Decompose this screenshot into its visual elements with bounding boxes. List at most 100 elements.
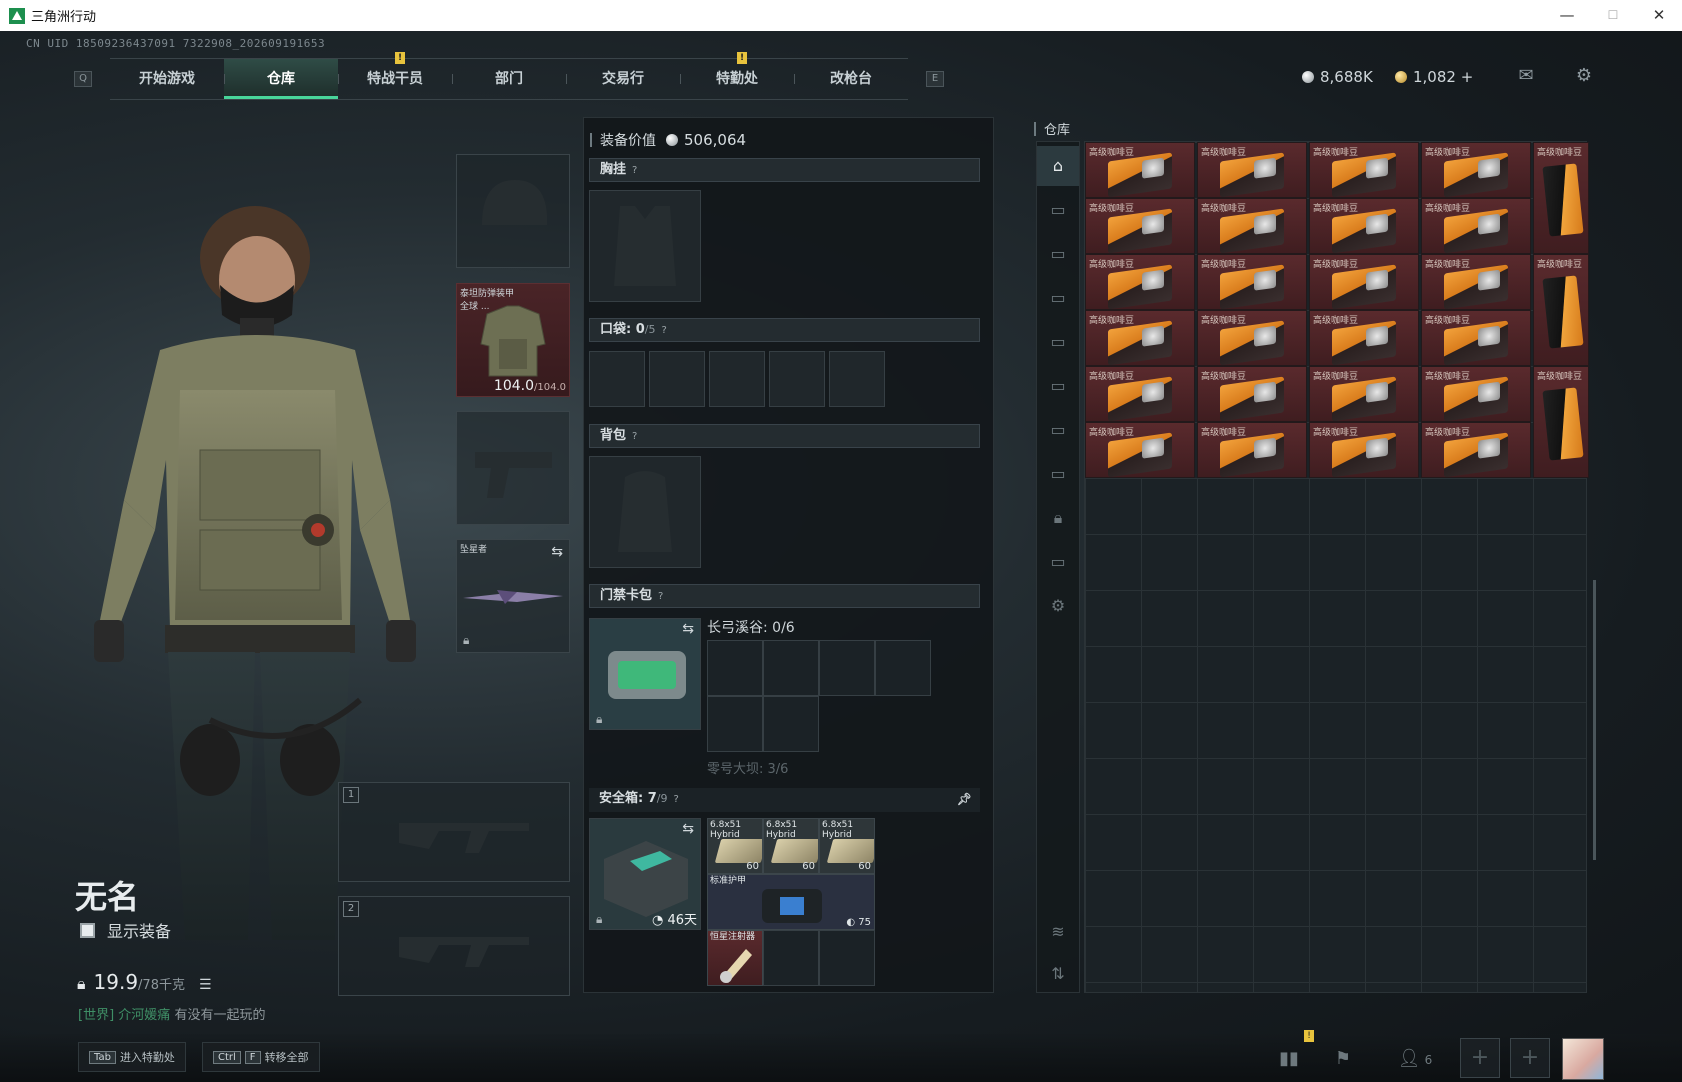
category-helmet-icon[interactable]: ▭ (1037, 322, 1079, 362)
pocket-slot[interactable] (769, 351, 825, 407)
safebox-cell[interactable] (819, 930, 875, 986)
coffee-bean-item[interactable]: 高级咖啡豆 (1197, 142, 1307, 198)
keycard-cell[interactable] (819, 640, 875, 696)
keycard-bag-slot[interactable]: ⇆ 🔒︎ (589, 618, 701, 730)
coffee-bean-item[interactable]: 高级咖啡豆 (1309, 198, 1419, 254)
coffee-bean-item[interactable]: 高级咖啡豆 (1309, 142, 1419, 198)
next-tab-key[interactable]: E (926, 71, 944, 87)
keycard-cell[interactable] (875, 640, 931, 696)
pocket-slot[interactable] (709, 351, 765, 407)
coffee-bean-item[interactable]: 高级咖啡豆 (1309, 310, 1419, 366)
coffee-bean-item[interactable]: 高级咖啡豆 (1197, 198, 1307, 254)
coffee-bean-item[interactable]: 高级咖啡豆 (1197, 310, 1307, 366)
armor-slot[interactable]: 泰坦防弹装甲 全球 ... 104.0/104.0 (456, 283, 570, 397)
help-icon[interactable]: ? (662, 325, 667, 336)
help-icon[interactable]: ? (632, 165, 637, 176)
tab-start-game[interactable]: 开始游戏 (110, 59, 224, 99)
minimize-button[interactable]: — (1544, 0, 1590, 31)
coffee-bean-item[interactable]: 高级咖啡豆 (1197, 366, 1307, 422)
ammo-item[interactable]: 6.8x51 Hybrid 60 (763, 818, 819, 874)
checkbox-icon[interactable] (80, 922, 95, 938)
keycard-cell[interactable] (763, 696, 819, 752)
help-icon[interactable]: ? (658, 591, 663, 602)
ammo-item[interactable]: 6.8x51 Hybrid 60 (819, 818, 875, 874)
coffee-bean-item[interactable]: 高级咖啡豆 (1085, 254, 1195, 310)
keycard-cell[interactable] (707, 696, 763, 752)
coffee-bean-item[interactable]: 高级咖啡豆 (1421, 254, 1531, 310)
category-misc-gear-icon[interactable]: ⚙ (1037, 586, 1079, 626)
backpack-slot[interactable] (589, 456, 701, 568)
coffee-bean-item[interactable]: 高级咖啡豆 (1421, 310, 1531, 366)
coffee-bean-item[interactable]: 高级咖啡豆 (1197, 422, 1307, 478)
gold-currency[interactable]: 1,082 + (1395, 68, 1473, 86)
coffee-bean-item[interactable]: 高级咖啡豆 (1533, 366, 1589, 478)
category-medical-icon[interactable]: ▭ (1037, 454, 1079, 494)
mail-icon[interactable]: ✉ (1514, 66, 1538, 86)
help-icon[interactable]: ? (674, 794, 679, 805)
stack-layers-icon[interactable]: ≋ (1037, 912, 1079, 952)
category-backpack-icon[interactable]: ▭ (1037, 366, 1079, 406)
injector-item[interactable]: 恒星注射器 (707, 930, 763, 986)
coffee-bean-item[interactable]: 高级咖啡豆 (1085, 198, 1195, 254)
coffee-bean-item[interactable]: 高级咖啡豆 (1085, 310, 1195, 366)
pocket-slot[interactable] (829, 351, 885, 407)
category-locked-icon[interactable]: 🔒︎ (1037, 498, 1079, 538)
category-weapons-icon[interactable]: ▭ (1037, 190, 1079, 230)
coffee-bean-item[interactable]: 高级咖啡豆 (1421, 422, 1531, 478)
coffee-bean-item[interactable]: 高级咖啡豆 (1085, 422, 1195, 478)
settings-gear-icon[interactable]: ⚙ (1572, 66, 1596, 86)
pocket-slot[interactable] (649, 351, 705, 407)
safebox-cell[interactable] (763, 930, 819, 986)
list-icon[interactable]: ☰ (199, 977, 212, 993)
close-button[interactable]: ✕ (1636, 0, 1682, 31)
prev-tab-key[interactable]: Q (74, 71, 92, 87)
tab-trading[interactable]: 交易行 (566, 59, 680, 99)
coffee-bean-item[interactable]: 高级咖啡豆 (1085, 142, 1195, 198)
coffee-bean-item[interactable]: 高级咖啡豆 (1421, 142, 1531, 198)
warehouse-grid[interactable]: 高级咖啡豆 高级咖啡豆 高级咖啡豆 高级咖啡豆 高级咖啡豆 高级咖啡豆 高级咖啡… (1084, 141, 1589, 993)
transfer-all-hint[interactable]: Ctrl F 转移全部 (202, 1042, 320, 1072)
primary-weapon-slot-2[interactable]: 2 (338, 896, 570, 996)
tab-department[interactable]: 部门 (452, 59, 566, 99)
add-squad-button[interactable]: + (1510, 1038, 1550, 1078)
coffee-bean-item[interactable]: 高级咖啡豆 (1085, 366, 1195, 422)
enter-special-ops-hint[interactable]: Tab 进入特勤处 (78, 1042, 186, 1072)
coffee-bean-item[interactable]: 高级咖啡豆 (1197, 254, 1307, 310)
category-armor-icon[interactable]: ▭ (1037, 278, 1079, 318)
ammo-item[interactable]: 6.8x51 Hybrid 60 (707, 818, 763, 874)
coffee-bean-item[interactable]: 高级咖啡豆 (1421, 366, 1531, 422)
coffee-bean-item[interactable]: 高级咖啡豆 (1533, 142, 1589, 254)
flag-icon[interactable]: ⚑ (1328, 1046, 1358, 1072)
category-all-icon[interactable]: ⌂ (1037, 146, 1079, 186)
pocket-slot[interactable] (589, 351, 645, 407)
tab-special-ops[interactable]: 特勤处! (680, 52, 794, 99)
sidearm-slot[interactable] (456, 411, 570, 525)
pin-icon[interactable]: 📌︎ (957, 788, 972, 810)
chat-message[interactable]: [世界] 介河媛痛 有没有一起玩的 (78, 1004, 265, 1023)
chest-rig-slot[interactable] (589, 190, 701, 302)
category-ammo-icon[interactable]: ▭ (1037, 234, 1079, 274)
primary-weapon-slot-1[interactable]: 1 (338, 782, 570, 882)
coffee-bean-item[interactable]: 高级咖啡豆 (1309, 254, 1419, 310)
category-rig-icon[interactable]: ▭ (1037, 410, 1079, 450)
stats-chart-icon[interactable]: ▮▮ (1274, 1046, 1304, 1072)
help-icon[interactable]: ? (632, 431, 637, 442)
coffee-bean-item[interactable]: 高级咖啡豆 (1309, 366, 1419, 422)
helmet-slot[interactable] (456, 154, 570, 268)
coffee-bean-item[interactable]: 高级咖啡豆 (1421, 198, 1531, 254)
armor-repair-kit-item[interactable]: 标准护甲 ◐ 75 (707, 874, 875, 930)
category-keys-icon[interactable]: ▭ (1037, 542, 1079, 582)
add-squad-button[interactable]: + (1460, 1038, 1500, 1078)
safebox-slot[interactable]: ⇆ 🔒︎ ◔ 46天 (589, 818, 701, 930)
keycard-cell[interactable] (707, 640, 763, 696)
tab-operators[interactable]: 特战干员! (338, 52, 452, 99)
keycard-cell[interactable] (763, 640, 819, 696)
coffee-bean-item[interactable]: 高级咖啡豆 (1309, 422, 1419, 478)
tab-warehouse[interactable]: 仓库 (224, 59, 338, 99)
melee-slot[interactable]: 坠星者 ⇆ 🔒︎ (456, 539, 570, 653)
coffee-bean-item[interactable]: 高级咖啡豆 (1533, 254, 1589, 366)
show-gear-toggle[interactable]: 显示装备 (80, 918, 171, 942)
friends-icon[interactable]: 👤︎ 6 (1390, 1046, 1440, 1072)
tab-gunsmith[interactable]: 改枪台 (794, 59, 908, 99)
warehouse-scrollbar[interactable] (1593, 580, 1596, 860)
